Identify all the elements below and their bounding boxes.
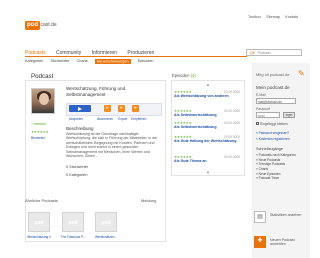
- similar-podcast-thumb[interactable]: pod: [28, 212, 50, 232]
- subtab-charts[interactable]: Charts: [77, 59, 88, 63]
- remember-checkbox[interactable]: [256, 122, 259, 125]
- subscribe-icon[interactable]: [104, 105, 111, 112]
- scroll-down-icon[interactable]: ▼: [206, 170, 210, 175]
- email-field[interactable]: mail@domain.de: [256, 98, 296, 104]
- password-label: Passwort: [256, 107, 270, 111]
- play-label[interactable]: Abspielen: [69, 117, 83, 121]
- scroll-up-icon[interactable]: ▲: [206, 82, 210, 87]
- site-logo[interactable]: pod cast.de: [25, 13, 57, 30]
- similar-podcast-label[interactable]: Wertschätzen...: [93, 235, 119, 239]
- episode-title[interactable]: Als Gute Thema an: [174, 159, 240, 163]
- keywords-count[interactable]: 0 Stichwörter: [66, 165, 88, 169]
- toolbox-link[interactable]: Toolbox: [248, 15, 261, 19]
- search-box[interactable]: Q▾ Podcast: [246, 49, 302, 56]
- login-button[interactable]: login: [283, 112, 295, 118]
- similar-logo: pod: [34, 220, 44, 226]
- subtab-neuerscheinungen[interactable]: Neuerscheinungen: [94, 58, 131, 64]
- megaphone-icon: ✎: [298, 69, 305, 78]
- remember-label: Eingeloggt bleiben: [260, 122, 288, 126]
- play-button[interactable]: [69, 105, 91, 112]
- podcast-rating[interactable]: ★★★★★★: [31, 130, 49, 134]
- password-field[interactable]: ••••••: [256, 112, 280, 118]
- cover-face: [39, 93, 49, 105]
- episode-title[interactable]: Als Gute Haltung der Wertschätzung: [174, 139, 240, 143]
- podcast-cover-image: [31, 88, 55, 114]
- promo-text[interactable]: Mitg all podcast.de: [256, 72, 289, 77]
- episodes-count: (4): [190, 73, 196, 78]
- email-label: E-Mail: [256, 93, 266, 97]
- logo-text: cast.de: [40, 22, 57, 28]
- episode-title[interactable]: Als Wertschätzung von anderen: [174, 94, 240, 98]
- similar-logo: pod: [68, 220, 78, 226]
- similar-logo: pod: [101, 220, 111, 226]
- description-text: Wertschätzung ist die Grundlage nachhalt…: [66, 132, 158, 159]
- episode-item[interactable]: ★★★★★★ 00.00.0000 Als Gute Thema an: [174, 155, 240, 163]
- login-heading: Mein podcast.de: [256, 85, 290, 90]
- episode-title[interactable]: Als Selbstwertschätzung: [174, 113, 240, 117]
- logo-mark: pod: [25, 21, 40, 30]
- sitemap-link[interactable]: Sitemap: [266, 15, 280, 19]
- subtab-stichwoerter[interactable]: Stichwörter: [50, 59, 69, 63]
- sub-nav: Kategorien Stichwörter Charts Neuerschei…: [25, 58, 160, 64]
- episodes-title: Episoden: [172, 73, 190, 78]
- quick-links-heading: Schnellzugänge: [256, 147, 284, 151]
- search-input[interactable]: Podcast: [258, 51, 271, 55]
- episode-date: 00.00.0000: [224, 121, 240, 125]
- remember-me[interactable]: Eingeloggt bleiben: [256, 122, 288, 126]
- statistics-link[interactable]: Statistiken ansehen: [270, 213, 308, 217]
- bookmark-link[interactable]: + merken: [31, 122, 46, 126]
- quick-link[interactable]: » Podcast-Timer: [256, 176, 296, 181]
- forgot-password-link[interactable]: » Passwort vergessen?: [256, 131, 289, 135]
- similar-podcast-label[interactable]: The Fabulous P...: [60, 235, 86, 239]
- episode-item[interactable]: ★★★★★★ 00.00.0000 Als Wertschätzung von a…: [174, 90, 240, 98]
- top-links: Toolbox Sitemap Kontakt: [248, 15, 302, 19]
- media-labels: Abspielen Abonnieren Export Empfehlen: [66, 117, 162, 121]
- episode-item[interactable]: ★★★★★★ 00.00.0000 Als Selbstwertschätzung: [174, 121, 240, 129]
- similar-podcasts-heading: Ähnliche Podcasts: [25, 198, 58, 203]
- page-title: Podcast: [31, 73, 54, 80]
- categories-count[interactable]: 0 Kategorien: [66, 173, 88, 177]
- report-heading[interactable]: Meldung: [141, 198, 156, 203]
- new-podcast-icon[interactable]: ✚: [254, 236, 266, 248]
- subtab-episoden[interactable]: Episoden: [138, 59, 154, 63]
- subtab-kategorien[interactable]: Kategorien: [25, 59, 43, 63]
- episode-item[interactable]: ★★★★★★ 00.00.0000 Als Selbstwertschätzung: [174, 109, 240, 117]
- quick-link[interactable]: » Podcasts nach Kategorien: [256, 153, 296, 158]
- rate-link[interactable]: Bewerten: [31, 136, 45, 140]
- episodes-heading: Episoden (4): [172, 73, 196, 78]
- recommend-label[interactable]: Empfehlen: [131, 117, 146, 121]
- contact-link[interactable]: Kontakt: [285, 15, 298, 19]
- export-icon[interactable]: [118, 105, 125, 112]
- search-icon: Q▾: [250, 51, 255, 55]
- quick-links-list: » Podcasts nach Kategorien » Neue Podcas…: [256, 153, 296, 181]
- episode-item[interactable]: ★★★★★★ 00.00.0000 Als Gute Haltung der We…: [174, 135, 240, 143]
- statistics-icon[interactable]: ▤: [254, 211, 266, 223]
- podcast-headline: Wertschätzung, Führung und Selbstmanagem…: [66, 86, 126, 97]
- subscribe-label[interactable]: Abonnieren: [97, 117, 113, 121]
- episode-date: 00.00.0000: [224, 155, 240, 159]
- recommend-icon[interactable]: [132, 105, 139, 112]
- episode-title[interactable]: Als Selbstwertschätzung: [174, 125, 240, 129]
- episode-date: 00.00.0000: [224, 109, 240, 113]
- similar-podcast-label[interactable]: Wertschätzung 0: [26, 235, 52, 239]
- similar-podcast-thumb[interactable]: pod: [95, 212, 117, 232]
- new-podcast-link[interactable]: Neuen Podcast anmelden: [270, 238, 308, 247]
- nav-divider: [25, 56, 247, 57]
- register-link[interactable]: » Kostenlos registrieren: [256, 137, 290, 141]
- export-label[interactable]: Export: [118, 117, 127, 121]
- similar-podcast-thumb[interactable]: pod: [62, 212, 84, 232]
- description-heading: Beschreibung: [66, 126, 94, 131]
